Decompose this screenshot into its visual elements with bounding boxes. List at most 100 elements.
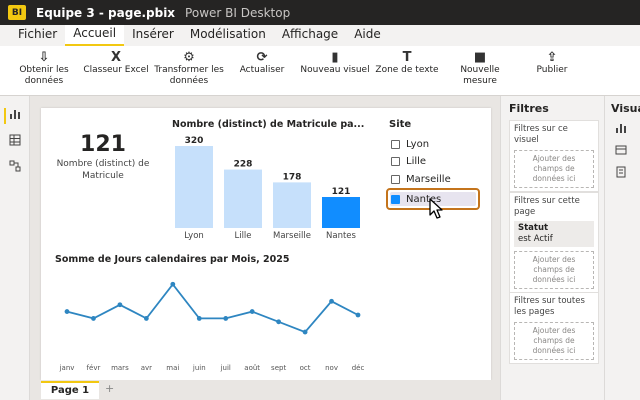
x-tick-label: oct	[300, 364, 311, 372]
format-visual-icon[interactable]	[615, 144, 627, 159]
publish-button[interactable]: ⇪ Publier	[526, 50, 578, 76]
x-tick-label: Marseille	[273, 231, 311, 241]
status-filter-field: Statut	[518, 223, 549, 233]
line-chart-title: Somme de Jours calendaires par Mois, 202…	[55, 254, 290, 265]
bar	[273, 182, 311, 228]
slicer-item-label: Marseille	[406, 173, 451, 185]
bar-chart[interactable]: 320 Lyon 228 Lille 178 Marseille 121 Nantes	[169, 130, 379, 250]
download-icon: ⇩	[38, 50, 50, 65]
page-filters-header: Filtres sur cette page	[514, 196, 580, 217]
slicer-item-lille[interactable]: Lille	[391, 154, 426, 168]
new-visual-label: Nouveau visuel	[300, 65, 370, 75]
table-view-icon[interactable]	[7, 134, 23, 150]
bar-chart-title: Nombre (distinct) de Matricule pa...	[172, 119, 365, 130]
x-tick-label: Nantes	[326, 231, 357, 241]
status-filter-value: est Actif	[518, 234, 553, 244]
visual-filters-header: Filtres sur ce visuel	[514, 124, 568, 145]
page-tabs: Page 1 +	[31, 380, 500, 400]
x-tick-label: avr	[141, 364, 152, 372]
line-point	[223, 316, 229, 321]
card-label: Nombre (distinct) de Matricule	[56, 159, 150, 181]
bar-value-label: 178	[283, 172, 302, 182]
text-box-label: Zone de texte	[375, 65, 439, 75]
checkbox[interactable]	[391, 156, 400, 166]
tab-fichier[interactable]: Fichier	[10, 25, 65, 46]
page-tab[interactable]: Page 1	[41, 381, 99, 399]
powerbi-logo: BI	[8, 5, 26, 20]
x-tick-label: mars	[111, 364, 129, 372]
visual-filters-dropzone[interactable]: Ajouter des champs de données ici	[514, 150, 594, 188]
line-point	[143, 316, 149, 321]
x-tick-label: juin	[192, 364, 206, 372]
x-tick-label: juil	[220, 364, 231, 372]
bar-value-label: 228	[234, 160, 253, 170]
x-tick-label: Lyon	[184, 231, 204, 241]
model-view-icon[interactable]	[7, 160, 23, 176]
bar-chart-icon: ▮	[331, 50, 339, 65]
slicer-item-label: Lille	[406, 155, 427, 167]
line-point	[276, 319, 282, 325]
line-point	[117, 302, 123, 308]
line-chart[interactable]: janv févr mars avr mai juin juil août sept oct nov…	[51, 270, 371, 374]
new-measure-label: Nouvelle mesure	[460, 65, 500, 86]
new-measure-button[interactable]: ■ Nouvelle mesure	[452, 50, 508, 87]
refresh-icon: ⟳	[256, 50, 268, 65]
transform-data-label: Transformer les données	[154, 65, 224, 86]
x-tick-label: févr	[87, 364, 101, 372]
publish-label: Publier	[536, 65, 568, 75]
line-point	[170, 281, 176, 287]
visual-filters-card: Filtres sur ce visuel Ajouter des champs…	[509, 120, 599, 192]
ribbon: ⇩ Obtenir les données X Classeur Excel ⚙…	[0, 46, 640, 96]
visualizations-pane: Visualisations	[604, 96, 640, 400]
title-bar: BI Equipe 3 - page.pbix Power BI Desktop	[0, 0, 640, 25]
slicer-title: Site	[389, 119, 412, 130]
new-visual-button[interactable]: ▮ Nouveau visuel	[298, 50, 372, 76]
text-box-button[interactable]: T Zone de texte	[374, 50, 440, 76]
report-view-icon[interactable]	[4, 108, 20, 124]
line-point	[355, 312, 361, 318]
line-point	[91, 316, 96, 321]
build-visual-icon[interactable]	[615, 122, 627, 137]
add-page-button[interactable]: +	[105, 382, 114, 395]
bar	[224, 169, 262, 228]
tab-modelisation[interactable]: Modélisation	[182, 25, 274, 46]
report-page[interactable]: 121 Nombre (distinct) de Matricule Nombr…	[41, 108, 491, 380]
tab-aide[interactable]: Aide	[346, 25, 389, 46]
visualizations-title: Visualisations	[611, 102, 640, 115]
analytics-icon[interactable]	[615, 166, 627, 181]
bar	[322, 196, 360, 228]
x-tick-label: août	[244, 364, 260, 372]
all-pages-filters-dropzone[interactable]: Ajouter des champs de données ici	[514, 322, 594, 360]
refresh-button[interactable]: ⟳ Actualiser	[234, 50, 290, 76]
view-switcher	[0, 96, 30, 400]
x-tick-label: déc	[352, 364, 365, 372]
checkbox[interactable]	[391, 139, 400, 149]
slicer-item-marseille[interactable]: Marseille	[391, 172, 451, 186]
checkbox[interactable]	[391, 174, 400, 184]
page-filters-dropzone[interactable]: Ajouter des champs de données ici	[514, 251, 594, 289]
line-point	[249, 309, 255, 314]
refresh-label: Actualiser	[239, 65, 285, 75]
get-data-button[interactable]: ⇩ Obtenir les données	[14, 50, 74, 87]
x-tick-label: Lille	[234, 231, 251, 241]
bar-value-label: 121	[332, 187, 351, 197]
slicer-item-lyon[interactable]: Lyon	[391, 137, 429, 151]
text-icon: T	[402, 50, 412, 65]
status-filter[interactable]: Statut est Actif	[514, 221, 594, 247]
x-tick-label: sept	[271, 364, 286, 372]
mouse-cursor-icon	[429, 198, 443, 219]
tab-accueil[interactable]: Accueil	[65, 25, 125, 46]
line-point	[196, 316, 202, 321]
filters-title: Filtres	[509, 102, 549, 115]
x-tick-label: mai	[166, 364, 179, 372]
transform-data-button[interactable]: ⚙ Transformer les données	[152, 50, 226, 87]
gear-icon: ⚙	[183, 50, 195, 65]
publish-icon: ⇪	[546, 50, 558, 65]
x-tick-label: janv	[59, 364, 75, 372]
excel-workbook-label: Classeur Excel	[83, 65, 149, 75]
window-title: Equipe 3 - page.pbix	[36, 5, 176, 20]
excel-workbook-button[interactable]: X Classeur Excel	[82, 50, 150, 76]
tab-affichage[interactable]: Affichage	[274, 25, 346, 46]
line-point	[302, 329, 308, 335]
tab-inserer[interactable]: Insérer	[124, 25, 182, 46]
